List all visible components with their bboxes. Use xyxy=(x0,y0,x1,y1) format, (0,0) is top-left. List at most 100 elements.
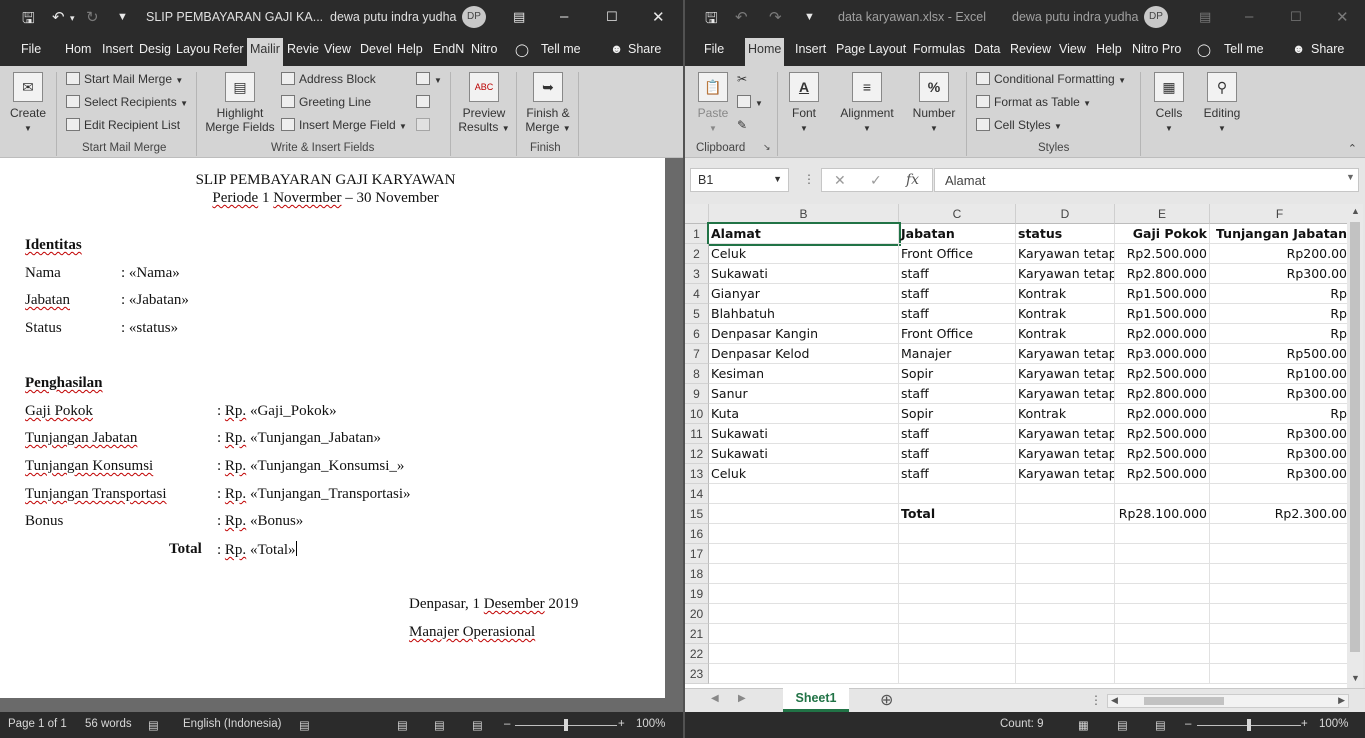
paste-button[interactable]: 📋 Paste ▼ xyxy=(695,72,731,134)
table-cell[interactable]: Rp xyxy=(1210,324,1347,344)
table-cell[interactable]: Rp2.300.00 xyxy=(1210,504,1347,524)
table-cell[interactable] xyxy=(899,604,1016,624)
zoom-level[interactable]: 100% xyxy=(1319,718,1348,730)
table-cell[interactable] xyxy=(899,544,1016,564)
customize-qat-icon[interactable]: ▼ xyxy=(117,11,128,23)
column-header-d[interactable]: D xyxy=(1016,204,1115,224)
row-header[interactable]: 17 xyxy=(685,544,709,564)
table-cell[interactable] xyxy=(709,484,899,504)
table-cell[interactable]: Rp28.100.000 xyxy=(1115,504,1210,524)
table-cell[interactable] xyxy=(709,624,899,644)
zoom-out-icon[interactable]: – xyxy=(1185,718,1191,730)
row-header[interactable]: 20 xyxy=(685,604,709,624)
table-cell[interactable]: Rp500.00 xyxy=(1210,344,1347,364)
maximize-icon[interactable]: ☐ xyxy=(606,9,618,25)
match-fields-button[interactable] xyxy=(416,95,434,109)
table-cell[interactable]: Rp300.00 xyxy=(1210,264,1347,284)
table-cell[interactable]: Kontrak xyxy=(1016,284,1115,304)
minimize-icon[interactable]: – xyxy=(1245,8,1253,25)
horizontal-scrollbar[interactable]: ◀ ▶ xyxy=(1107,694,1349,708)
table-cell[interactable] xyxy=(1115,624,1210,644)
tab-page-layout[interactable]: Page Layout xyxy=(836,42,906,56)
collapse-ribbon-icon[interactable]: ⌃ xyxy=(1348,142,1357,155)
scroll-left-icon[interactable]: ◀ xyxy=(1111,695,1118,706)
row-header[interactable]: 3 xyxy=(685,264,709,284)
table-cell[interactable] xyxy=(1210,564,1347,584)
print-layout-icon[interactable]: ▤ xyxy=(434,718,445,732)
table-cell[interactable]: Rp300.00 xyxy=(1210,444,1347,464)
tab-design[interactable]: Desig xyxy=(139,42,171,56)
table-cell[interactable] xyxy=(709,584,899,604)
tab-formulas[interactable]: Formulas xyxy=(913,42,965,56)
table-cell[interactable] xyxy=(709,664,899,684)
table-cell[interactable]: Karyawan tetap xyxy=(1016,344,1115,364)
table-cell[interactable]: Karyawan tetap xyxy=(1016,464,1115,484)
sheet-tab-sheet1[interactable]: Sheet1 xyxy=(783,688,849,712)
normal-view-icon[interactable]: ▦ xyxy=(1078,718,1089,732)
row-header[interactable]: 14 xyxy=(685,484,709,504)
web-layout-icon[interactable]: ▤ xyxy=(472,718,483,732)
table-cell[interactable] xyxy=(1016,524,1115,544)
tab-nitro-pro[interactable]: Nitro Pro xyxy=(1132,42,1181,56)
address-block-button[interactable]: Address Block xyxy=(281,72,376,86)
document-page[interactable]: SLIP PEMBAYARAN GAJI KARYAWAN Periode 1 … xyxy=(0,158,665,698)
table-cell[interactable]: Rp xyxy=(1210,284,1347,304)
table-cell[interactable]: Kontrak xyxy=(1016,324,1115,344)
row-header[interactable]: 9 xyxy=(685,384,709,404)
scroll-thumb[interactable] xyxy=(1350,222,1360,652)
table-cell[interactable] xyxy=(1115,564,1210,584)
update-labels-button[interactable] xyxy=(416,118,434,132)
spreadsheet-grid[interactable]: B C D E F 1 Alamat Jabatan status Gaji Pokok… xyxy=(685,204,1347,688)
page-count[interactable]: Page 1 of 1 xyxy=(8,718,67,730)
table-cell[interactable] xyxy=(709,524,899,544)
zoom-thumb[interactable] xyxy=(1247,719,1251,731)
table-cell[interactable]: Rp300.00 xyxy=(1210,424,1347,444)
dialog-launcher-icon[interactable]: ↘ xyxy=(763,142,771,153)
row-header[interactable]: 18 xyxy=(685,564,709,584)
font-button[interactable]: A Font ▼ xyxy=(783,72,825,134)
table-cell[interactable]: Rp2.500.000 xyxy=(1115,464,1210,484)
ribbon-display-icon[interactable]: ▤ xyxy=(513,9,525,25)
tab-help[interactable]: Help xyxy=(1096,42,1122,56)
row-header[interactable]: 8 xyxy=(685,364,709,384)
avatar[interactable]: DP xyxy=(462,6,486,28)
user-name[interactable]: dewa putu indra yudha xyxy=(1012,10,1138,24)
word-count[interactable]: 56 words xyxy=(85,718,132,730)
table-cell[interactable]: Denpasar Kangin xyxy=(709,324,899,344)
rules-button[interactable]: ▼ xyxy=(416,72,442,86)
row-header[interactable]: 22 xyxy=(685,644,709,664)
table-cell[interactable] xyxy=(1210,484,1347,504)
table-cell[interactable] xyxy=(1210,604,1347,624)
zoom-in-icon[interactable]: + xyxy=(618,718,625,730)
header-cell[interactable]: status xyxy=(1016,224,1115,244)
selection-count[interactable]: Count: 9 xyxy=(1000,718,1043,730)
column-header-c[interactable]: C xyxy=(899,204,1016,224)
table-cell[interactable]: Rp xyxy=(1210,404,1347,424)
customize-qat-icon[interactable]: ▼ xyxy=(804,11,815,23)
enter-icon[interactable]: ✓ xyxy=(870,172,882,189)
conditional-formatting-button[interactable]: Conditional Formatting ▼ xyxy=(976,72,1126,86)
table-cell[interactable]: staff xyxy=(899,304,1016,324)
zoom-out-icon[interactable]: – xyxy=(504,718,510,730)
insert-merge-field-button[interactable]: Insert Merge Field ▼ xyxy=(281,118,407,132)
table-cell[interactable] xyxy=(899,624,1016,644)
row-header[interactable]: 2 xyxy=(685,244,709,264)
table-cell[interactable] xyxy=(1115,584,1210,604)
formula-input[interactable]: Alamat xyxy=(934,168,1359,192)
row-header[interactable]: 23 xyxy=(685,664,709,684)
share-button[interactable]: Share xyxy=(628,42,661,56)
table-cell[interactable]: Rp2.500.000 xyxy=(1115,424,1210,444)
tab-review[interactable]: Review xyxy=(1010,42,1051,56)
table-cell[interactable]: Rp1.500.000 xyxy=(1115,304,1210,324)
row-header[interactable]: 1 xyxy=(685,224,709,244)
table-cell[interactable]: Karyawan tetap xyxy=(1016,384,1115,404)
row-header[interactable]: 12 xyxy=(685,444,709,464)
table-cell[interactable]: Blahbatuh xyxy=(709,304,899,324)
table-cell[interactable]: Karyawan tetap xyxy=(1016,244,1115,264)
table-cell[interactable]: Sukawati xyxy=(709,264,899,284)
tab-data[interactable]: Data xyxy=(974,42,1000,56)
tab-mailings[interactable]: Mailir xyxy=(247,38,283,66)
select-all-corner[interactable] xyxy=(685,204,709,224)
copy-button[interactable]: ▼ xyxy=(737,95,763,109)
zoom-level[interactable]: 100% xyxy=(636,718,665,730)
